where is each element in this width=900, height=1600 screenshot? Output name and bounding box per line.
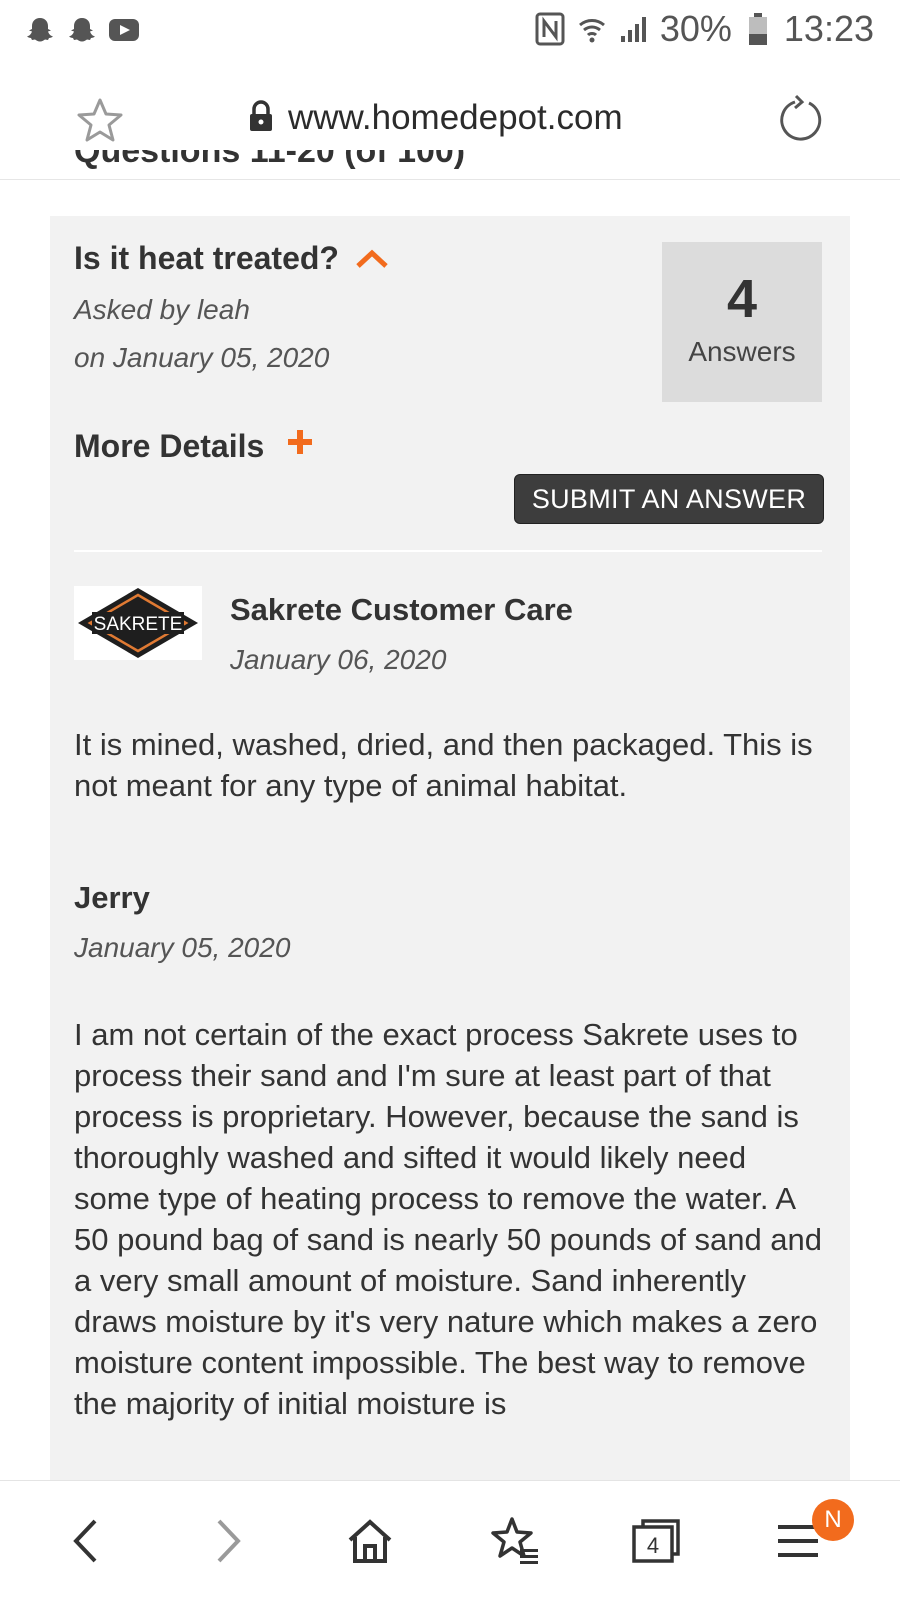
notification-badge: N: [812, 1499, 854, 1541]
more-details-toggle[interactable]: More Details: [74, 428, 264, 465]
question-title: Is it heat treated?: [74, 240, 339, 276]
chevron-up-icon[interactable]: [354, 246, 390, 272]
star-icon[interactable]: [76, 96, 124, 144]
wifi-icon: [576, 13, 608, 45]
question-card: Is it heat treated? Asked by leah on Jan…: [50, 216, 850, 1480]
answers-count: 4: [726, 269, 758, 329]
status-bar: 30% 13:23: [0, 0, 900, 64]
address-bar[interactable]: www.homedepot.com: [248, 98, 623, 138]
home-icon[interactable]: [342, 1513, 398, 1569]
answer-item: Jerry January 05, 2020 I am not certain …: [74, 878, 824, 1498]
asked-by: Asked by leah: [74, 294, 250, 325]
answers-label: Answers: [688, 336, 796, 367]
submit-answer-button[interactable]: SUBMIT AN ANSWER: [514, 474, 824, 524]
svg-text:4: 4: [647, 1533, 659, 1558]
answer-date: January 06, 2020: [230, 644, 447, 675]
answer-author: Jerry: [74, 880, 150, 915]
nfc-icon: [534, 12, 566, 46]
tabs-icon[interactable]: 4: [628, 1513, 684, 1569]
plus-icon[interactable]: [286, 428, 314, 456]
status-left-icons: [24, 14, 140, 46]
browser-bottom-nav: 4 N: [0, 1480, 900, 1600]
answer-body: I am not certain of the exact process Sa…: [74, 1017, 823, 1421]
bookmarks-icon[interactable]: [486, 1513, 542, 1569]
answers-count-box: 4 Answers: [662, 242, 822, 402]
reload-icon[interactable]: [776, 94, 826, 144]
forward-icon[interactable]: [200, 1513, 256, 1569]
url-text[interactable]: www.homedepot.com: [288, 98, 623, 138]
svg-text:SAKRETE: SAKRETE: [94, 614, 183, 635]
questions-range-heading: Questions 11-20 (of 100): [74, 150, 466, 170]
sakrete-logo: SAKRETE: [74, 586, 202, 660]
battery-percent: 30%: [659, 8, 732, 49]
snapchat-icon: [24, 14, 56, 46]
answer-item: SAKRETE Sakrete Customer Care January 06…: [74, 586, 824, 816]
answer-date: January 05, 2020: [74, 932, 291, 963]
asked-on: on January 05, 2020: [74, 342, 330, 373]
lock-icon: [248, 99, 274, 137]
divider: [74, 550, 822, 552]
back-icon[interactable]: [58, 1513, 114, 1569]
clock: 13:23: [783, 8, 874, 49]
youtube-icon: [108, 14, 140, 46]
answer-author: Sakrete Customer Care: [230, 592, 573, 627]
status-right: 30% 13:23: [534, 8, 874, 50]
battery-icon: [742, 13, 774, 45]
signal-icon: [618, 13, 650, 45]
snapchat-icon: [66, 14, 98, 46]
answer-body: It is mined, washed, dried, and then pac…: [74, 727, 813, 803]
